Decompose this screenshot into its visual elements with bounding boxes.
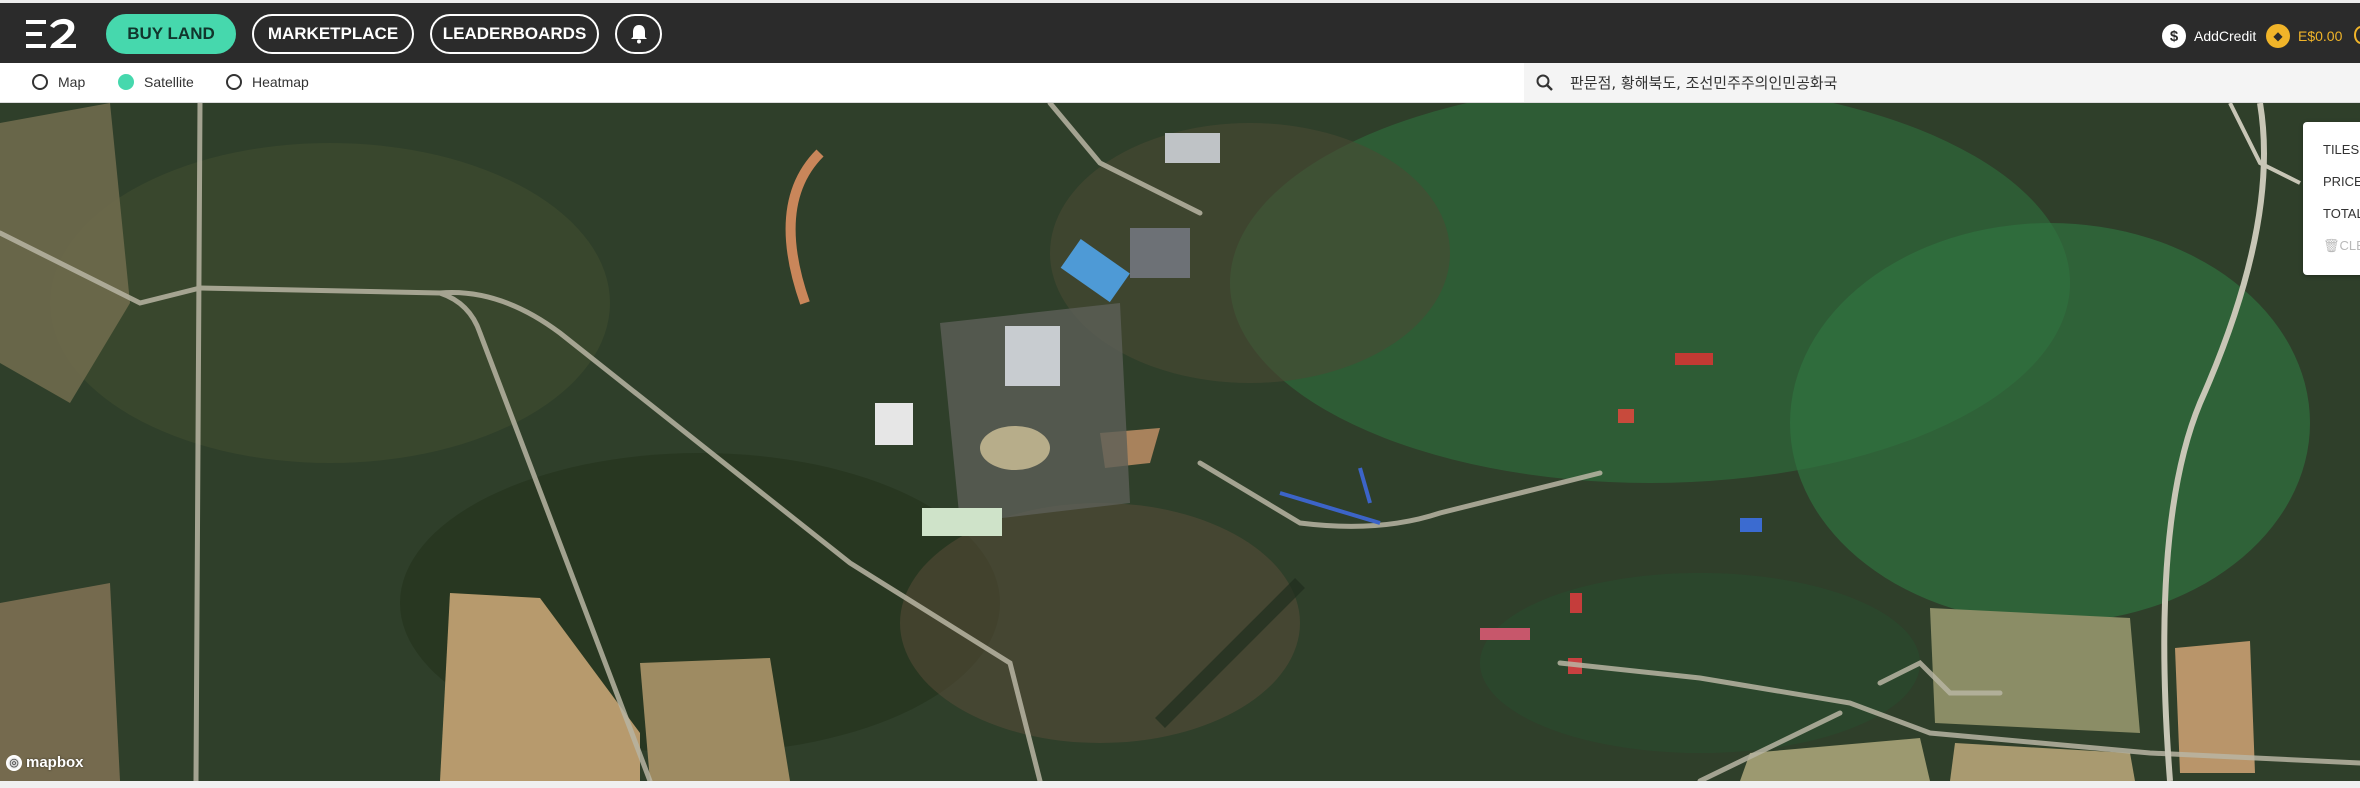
map-mode-satellite-radio[interactable]: Satellite <box>118 74 194 90</box>
map-mode-label: Satellite <box>144 74 194 90</box>
trash-icon: 🗑 <box>2323 238 2340 253</box>
location-search-bar <box>1524 63 2360 102</box>
dollar-icon: $ <box>2162 24 2186 48</box>
mapbox-label: mapbox <box>26 754 84 771</box>
bell-icon <box>630 25 647 44</box>
selection-info-panel: TILES PRICE TOTAL 🗑CLE <box>2303 122 2360 275</box>
clear-label: CLE <box>2339 238 2360 253</box>
balance-value: E$0.00 <box>2298 28 2343 44</box>
e2-coin-icon: ◆ <box>2266 24 2290 48</box>
add-credit-label: AddCredit <box>2194 28 2257 44</box>
satellite-map[interactable]: ◎ mapbox TILES PRICE TOTAL 🗑CLE <box>0 103 2360 781</box>
map-mode-label: Heatmap <box>252 74 309 90</box>
price-label: PRICE <box>2323 174 2360 189</box>
marketplace-button[interactable]: MARKETPLACE <box>252 14 414 54</box>
map-mode-heatmap-radio[interactable]: Heatmap <box>226 74 309 90</box>
profile-icon[interactable] <box>2354 26 2360 44</box>
search-input[interactable] <box>1568 72 2332 93</box>
radio-selected-icon <box>118 74 134 90</box>
map-mode-label: Map <box>58 74 86 90</box>
add-credit-button[interactable]: $ AddCredit <box>2162 24 2256 48</box>
search-icon <box>1536 74 1553 91</box>
mapbox-attribution[interactable]: ◎ mapbox <box>6 754 84 771</box>
mapbox-icon: ◎ <box>6 754 22 771</box>
satellite-imagery <box>0 103 2360 781</box>
radio-icon <box>32 74 48 90</box>
radio-icon <box>226 74 242 90</box>
buy-land-button[interactable]: BUY LAND <box>106 14 236 54</box>
total-label: TOTAL <box>2323 206 2360 221</box>
leaderboards-button[interactable]: LEADERBOARDS <box>430 14 599 54</box>
clear-button[interactable]: 🗑CLE <box>2323 238 2360 254</box>
earth2-logo[interactable] <box>26 16 78 52</box>
notifications-button[interactable] <box>615 14 662 54</box>
map-mode-bar: Map Satellite Heatmap <box>0 63 2360 103</box>
balance-display[interactable]: ◆ E$0.00 <box>2266 24 2342 48</box>
map-mode-map-radio[interactable]: Map <box>32 74 85 90</box>
top-navbar: BUY LAND MARKETPLACE LEADERBOARDS $ AddC… <box>0 0 2360 63</box>
tiles-label: TILES <box>2323 142 2360 157</box>
bottom-edge <box>0 781 2360 788</box>
